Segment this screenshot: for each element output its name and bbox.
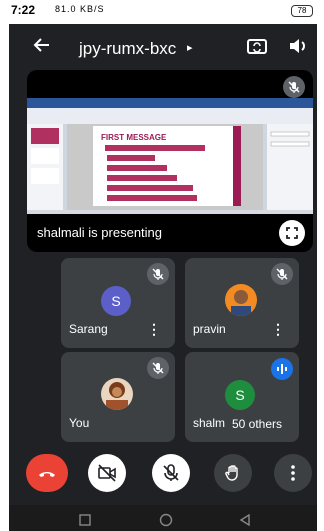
- camera-switch-icon: [247, 39, 267, 54]
- participant-menu-button[interactable]: ⋮: [147, 322, 161, 336]
- shared-screen: FIRST MESSAGE: [27, 98, 313, 214]
- presenter-caption: shalmali is presenting: [37, 225, 163, 240]
- mute-badge: [271, 263, 293, 285]
- triangle-back-icon: [239, 513, 250, 527]
- hand-icon: [225, 465, 238, 481]
- participant-tile[interactable]: You: [61, 352, 175, 442]
- back-nav-button[interactable]: [239, 513, 251, 531]
- participant-name: pravin: [193, 322, 226, 336]
- avatar: S: [101, 286, 131, 316]
- avatar-photo: [225, 284, 257, 316]
- circle-icon: [159, 513, 173, 527]
- participant-name: You: [69, 416, 90, 430]
- mic-off-icon: [163, 464, 179, 481]
- presenter-mute-badge: [283, 76, 305, 98]
- avatar: [101, 378, 133, 410]
- mute-badge: [147, 263, 169, 285]
- fullscreen-button[interactable]: [279, 220, 305, 246]
- fullscreen-icon: [286, 227, 298, 239]
- mute-badge: [147, 357, 169, 379]
- more-options-button[interactable]: [274, 454, 312, 492]
- network-speed: 81.0 KB/S: [55, 4, 105, 14]
- call-controls: [9, 454, 317, 498]
- avatar: S: [225, 380, 255, 410]
- others-count-badge[interactable]: 50 others: [225, 414, 289, 434]
- camera-switch-button[interactable]: [245, 34, 269, 58]
- participant-tile[interactable]: S Sarang ⋮: [61, 258, 175, 348]
- speaker-icon: [290, 39, 305, 53]
- participant-menu-button[interactable]: ⋮: [271, 322, 285, 336]
- system-nav-bar: [9, 505, 317, 531]
- participant-name: Sarang: [69, 322, 108, 336]
- video-off-icon: [98, 464, 116, 482]
- audio-level-icon: [277, 364, 287, 374]
- svg-text:FIRST MESSAGE: FIRST MESSAGE: [101, 133, 167, 142]
- meeting-info-caret[interactable]: ▸: [187, 41, 193, 54]
- avatar: [225, 284, 257, 316]
- end-call-button[interactable]: [26, 454, 68, 492]
- raise-hand-button[interactable]: [214, 454, 252, 492]
- meeting-header: jpy-rumx-bxc ▸: [9, 30, 317, 68]
- camera-toggle-button[interactable]: [88, 454, 126, 492]
- speaking-badge: [271, 358, 293, 380]
- phone-hangup-icon: [39, 472, 55, 477]
- mic-off-icon: [152, 362, 164, 374]
- shared-slide-image: FIRST MESSAGE: [27, 98, 313, 214]
- avatar-photo: [101, 378, 133, 410]
- mic-off-icon: [152, 268, 164, 280]
- mic-off-icon: [288, 81, 300, 93]
- arrow-left-icon: [33, 38, 49, 52]
- participant-tile[interactable]: pravin ⋮: [185, 258, 299, 348]
- status-time: 7:22: [11, 3, 36, 17]
- square-icon: [79, 514, 91, 526]
- more-vert-icon: [291, 465, 295, 481]
- participant-tile[interactable]: S shalmali 50 others: [185, 352, 299, 442]
- battery-level: 78: [291, 5, 313, 17]
- home-button[interactable]: [159, 513, 173, 531]
- mic-toggle-button[interactable]: [152, 454, 190, 492]
- meeting-code[interactable]: jpy-rumx-bxc: [79, 39, 176, 59]
- mic-off-icon: [276, 268, 288, 280]
- back-button[interactable]: [31, 35, 51, 61]
- status-bar: 7:22 81.0 KB/S 78: [9, 0, 317, 24]
- recents-button[interactable]: [79, 513, 91, 531]
- audio-output-button[interactable]: [287, 35, 309, 57]
- phone-screen: 7:22 81.0 KB/S 78 jpy-rumx-bxc ▸ FIRST M…: [9, 0, 317, 531]
- presentation-tile[interactable]: FIRST MESSAGE shalmali is presenting: [27, 70, 313, 252]
